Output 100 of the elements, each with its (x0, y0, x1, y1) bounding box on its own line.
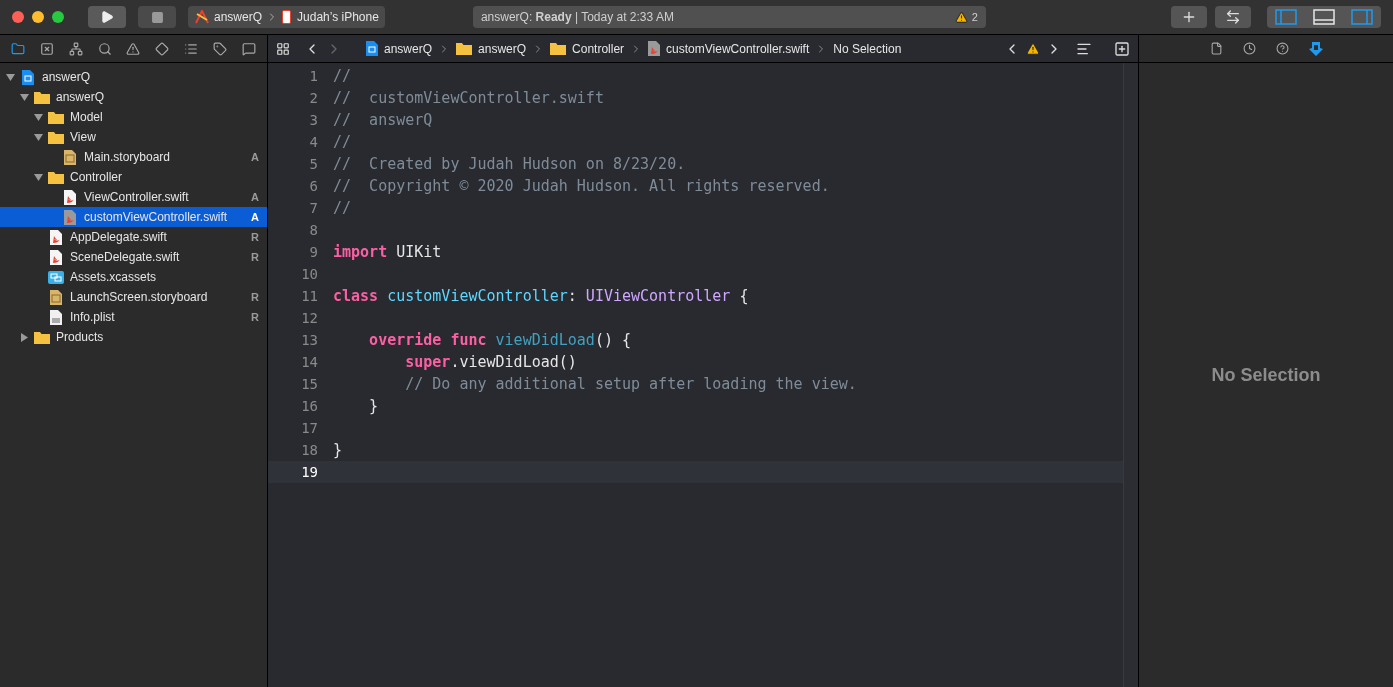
source-control-navigator-icon[interactable] (40, 41, 55, 56)
file-inspector-icon[interactable] (1209, 42, 1223, 55)
line-number: 12 (300, 308, 318, 328)
attributes-inspector-icon[interactable] (1308, 41, 1323, 56)
line-number: 11 (300, 286, 318, 306)
file-name: AppDelegate.swift (70, 229, 167, 246)
breadcrumb-item[interactable]: answerQ (478, 39, 527, 58)
source-control-status: R (251, 289, 259, 305)
file-tree-item[interactable]: ViewController.swift A (0, 187, 267, 207)
line-number: 13 (300, 330, 318, 350)
warning-icon[interactable] (954, 10, 968, 24)
warning-icon[interactable] (1026, 41, 1040, 56)
source-control-status: R (251, 249, 259, 265)
folder-icon (48, 110, 64, 124)
file-name: customViewController.swift (84, 209, 228, 226)
folder-navigator-icon[interactable] (11, 41, 26, 56)
swift-file-icon (64, 189, 76, 205)
run-button[interactable] (88, 6, 126, 28)
help-inspector-icon[interactable] (1275, 42, 1289, 55)
scheme-name: answerQ (214, 9, 263, 26)
disclosure-triangle-right-icon[interactable] (19, 332, 29, 342)
hierarchy-navigator-icon[interactable] (68, 41, 83, 56)
breadcrumb-item[interactable]: customViewController.swift (666, 39, 810, 58)
minimize-window-icon[interactable] (32, 11, 44, 23)
file-name: Info.plist (70, 309, 115, 326)
warning-count[interactable]: 2 (971, 8, 978, 26)
file-tree-item[interactable]: Info.plist R (0, 307, 267, 327)
plist-file-icon (50, 309, 62, 325)
library-button[interactable] (1171, 6, 1207, 28)
device-name: Judah’s iPhone (297, 9, 379, 26)
search-navigator-icon[interactable] (97, 41, 112, 56)
stop-icon (150, 10, 164, 24)
swift-file-icon (648, 41, 661, 56)
line-number: 4 (308, 132, 318, 152)
breadcrumb-item[interactable]: answerQ (384, 39, 433, 58)
code-text: // answerQ (333, 109, 433, 131)
test-navigator-icon[interactable] (155, 41, 170, 56)
project-file-icon (22, 69, 34, 85)
file-tree-item[interactable]: customViewController.swift A (0, 207, 267, 227)
disclosure-triangle-down-icon[interactable] (19, 92, 29, 102)
scheme-selector[interactable]: answerQ Judah’s iPhone (188, 6, 385, 28)
file-name: Model (70, 109, 103, 126)
file-tree-item[interactable]: View (0, 127, 267, 147)
file-tree-item[interactable]: LaunchScreen.storyboard R (0, 287, 267, 307)
file-tree-item[interactable]: Model (0, 107, 267, 127)
line-number: 15 (300, 374, 318, 394)
file-tree-item[interactable]: Main.storyboard A (0, 147, 267, 167)
line-number: 5 (308, 154, 318, 174)
file-name: answerQ (42, 69, 91, 86)
swift-file-icon (50, 229, 62, 245)
breadcrumb-item[interactable]: Controller (572, 39, 625, 58)
report-navigator-icon[interactable] (241, 41, 256, 56)
file-tree-item[interactable]: Controller (0, 167, 267, 187)
asset-catalog-icon (48, 270, 64, 284)
file-tree-item[interactable]: Assets.xcassets (0, 267, 267, 287)
project-file-icon (366, 41, 378, 56)
play-icon (100, 10, 114, 24)
code-text: // (333, 65, 352, 87)
disclosure-triangle-down-icon[interactable] (33, 172, 43, 182)
line-number: 19 (300, 462, 318, 482)
file-name: ViewController.swift (84, 189, 189, 206)
build-status-text: answerQ: Ready | Today at 2:33 AM (480, 9, 674, 26)
code-text: // customViewController.swift (333, 87, 604, 109)
folder-icon (48, 170, 64, 184)
file-name: Controller (70, 169, 123, 186)
related-items-icon[interactable] (276, 41, 290, 56)
code-text: } (333, 439, 343, 461)
plus-icon (1181, 9, 1197, 25)
debug-navigator-icon[interactable] (183, 41, 198, 56)
file-tree-item[interactable]: Products (0, 327, 267, 347)
file-tree-item[interactable]: AppDelegate.swift R (0, 227, 267, 247)
breadcrumb-item[interactable]: No Selection (833, 39, 902, 58)
file-name: Products (56, 329, 104, 346)
disclosure-triangle-down-icon[interactable] (33, 132, 43, 142)
line-number: 7 (308, 198, 318, 218)
file-name: View (70, 129, 96, 146)
file-tree-item[interactable]: answerQ (0, 67, 267, 87)
code-text: // Created by Judah Hudson on 8/23/20. (333, 153, 686, 175)
code-review-button[interactable] (1215, 6, 1251, 28)
disclosure-triangle-down-icon[interactable] (5, 72, 15, 82)
hammer-app-icon (194, 10, 210, 24)
warning-navigator-icon[interactable] (126, 41, 141, 56)
line-number: 16 (300, 396, 318, 416)
history-inspector-icon[interactable] (1242, 42, 1256, 55)
close-window-icon[interactable] (12, 11, 24, 23)
line-number: 14 (300, 352, 318, 372)
folder-icon (456, 42, 473, 55)
file-tree-item[interactable]: SceneDelegate.swift R (0, 247, 267, 267)
source-control-status: A (251, 149, 259, 165)
file-tree-item[interactable]: answerQ (0, 87, 267, 107)
source-control-status: A (251, 209, 259, 225)
line-number: 2 (308, 88, 318, 108)
code-text: // Do any additional setup after loading the view. (404, 373, 857, 395)
breakpoint-navigator-icon[interactable] (212, 41, 227, 56)
zoom-window-icon[interactable] (52, 11, 64, 23)
stop-button[interactable] (138, 6, 176, 28)
disclosure-triangle-down-icon[interactable] (33, 112, 43, 122)
add-editor-icon[interactable] (1114, 40, 1130, 57)
code-text: // Copyright © 2020 Judah Hudson. All rights reserved. (333, 175, 830, 197)
folder-icon (34, 90, 50, 104)
